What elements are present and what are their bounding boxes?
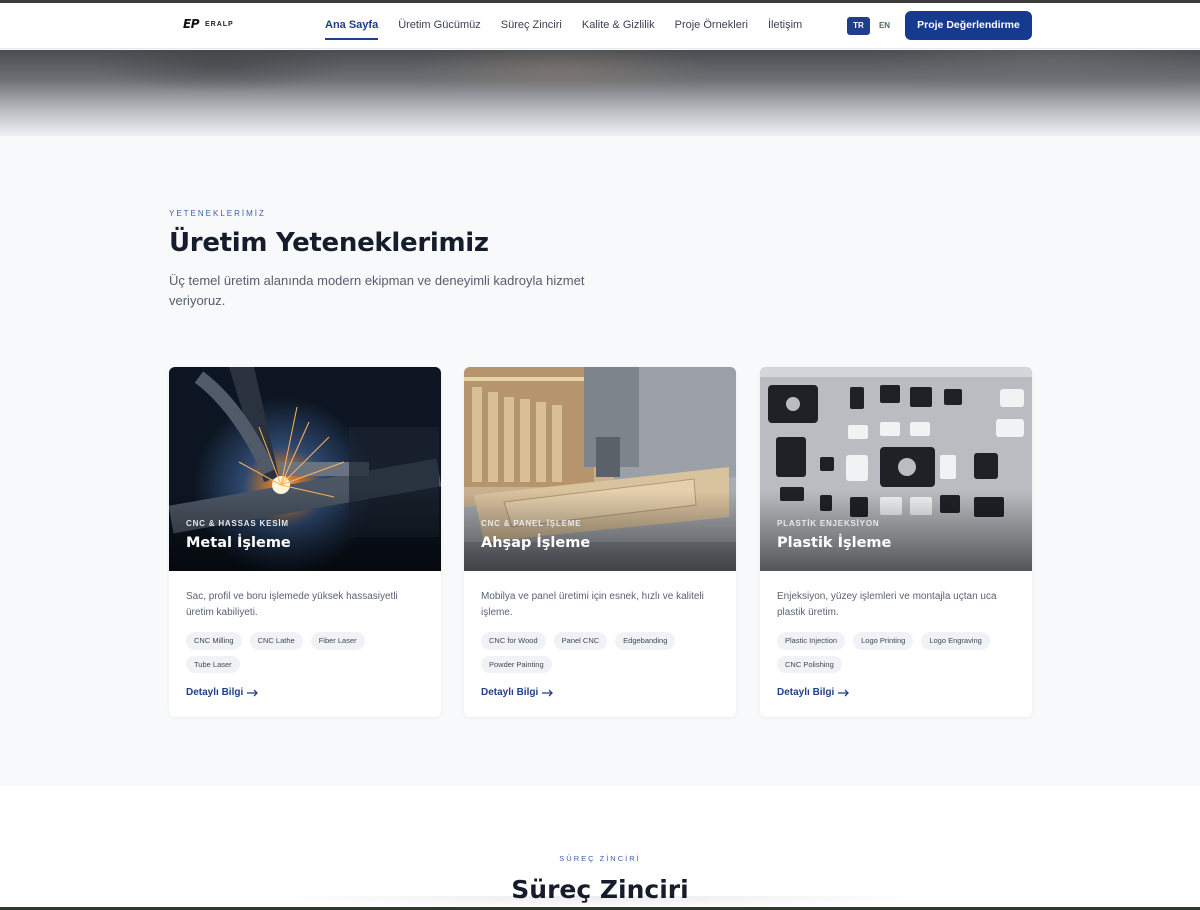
lang-en-button[interactable]: EN bbox=[873, 17, 896, 35]
brand-mark: EP bbox=[183, 17, 200, 31]
details-link[interactable]: Detaylı Bilgi bbox=[186, 687, 424, 698]
card-image-metal: CNC & HASSAS KESİM Metal İşleme bbox=[169, 367, 441, 571]
capability-card-wood[interactable]: CNC & PANEL İŞLEME Ahşap İşleme Mobilya … bbox=[464, 367, 736, 717]
card-body: Enjeksiyon, yüzey işlemleri ve montajla … bbox=[760, 571, 1032, 698]
card-title: Plastik İşleme bbox=[777, 535, 892, 551]
capability-card-metal[interactable]: CNC & HASSAS KESİM Metal İşleme Sac, pro… bbox=[169, 367, 441, 717]
nav-item-production[interactable]: Üretim Gücümüz bbox=[398, 3, 481, 49]
tag: Powder Painting bbox=[481, 655, 552, 673]
process-eyebrow: SÜREÇ ZİNCİRİ bbox=[559, 854, 641, 863]
card-image-shade bbox=[464, 491, 736, 571]
lang-tr-button[interactable]: TR bbox=[847, 17, 870, 35]
section-title: Üretim Yeteneklerimiz bbox=[169, 228, 489, 258]
arrow-right-icon bbox=[838, 689, 850, 696]
arrow-right-icon bbox=[542, 689, 554, 696]
card-image-plastic: PLASTİK ENJEKSİYON Plastik İşleme bbox=[760, 367, 1032, 571]
arrow-right-icon bbox=[247, 689, 259, 696]
section-lead: Üç temel üretim alanında modern ekipman … bbox=[169, 273, 585, 308]
card-tags: CNC for Wood Panel CNC Edgebanding Powde… bbox=[481, 632, 719, 673]
card-category: PLASTİK ENJEKSİYON bbox=[777, 519, 880, 528]
card-description: Sac, profil ve boru işlemede yüksek hass… bbox=[186, 591, 398, 618]
card-category: CNC & HASSAS KESİM bbox=[186, 519, 289, 528]
tag: CNC for Wood bbox=[481, 632, 546, 650]
tag: Edgebanding bbox=[615, 632, 676, 650]
details-link[interactable]: Detaylı Bilgi bbox=[481, 687, 719, 698]
capability-card-plastic[interactable]: PLASTİK ENJEKSİYON Plastik İşleme Enjeks… bbox=[760, 367, 1032, 717]
card-title: Metal İşleme bbox=[186, 535, 291, 551]
card-tags: Plastic Injection Logo Printing Logo Eng… bbox=[777, 632, 1015, 673]
tag: CNC Lathe bbox=[249, 632, 303, 650]
card-description: Mobilya ve panel üretimi için esnek, hız… bbox=[481, 591, 704, 618]
tag: Logo Engraving bbox=[921, 632, 990, 650]
details-link-label: Detaylı Bilgi bbox=[777, 687, 835, 698]
brand-name: ERALP bbox=[205, 20, 234, 28]
card-category: CNC & PANEL İŞLEME bbox=[481, 519, 582, 528]
nav-item-process[interactable]: Süreç Zinciri bbox=[501, 3, 562, 49]
nav-item-home[interactable]: Ana Sayfa bbox=[325, 3, 379, 49]
main-nav: Ana Sayfa Üretim Gücümüz Süreç Zinciri K… bbox=[325, 3, 802, 49]
card-body: Sac, profil ve boru işlemede yüksek hass… bbox=[169, 571, 441, 698]
tag: Panel CNC bbox=[553, 632, 608, 650]
tag: CNC Milling bbox=[186, 632, 242, 650]
section-eyebrow: YETENEKLERİMİZ bbox=[169, 209, 266, 218]
card-tags: CNC Milling CNC Lathe Fiber Laser Tube L… bbox=[186, 632, 424, 673]
language-switcher: TR EN bbox=[847, 17, 896, 35]
card-body: Mobilya ve panel üretimi için esnek, hız… bbox=[464, 571, 736, 698]
nav-item-quality[interactable]: Kalite & Gizlilik bbox=[582, 3, 655, 49]
details-link-label: Detaylı Bilgi bbox=[481, 687, 539, 698]
tag: Fiber Laser bbox=[310, 632, 365, 650]
card-title: Ahşap İşleme bbox=[481, 535, 591, 551]
tag: Logo Printing bbox=[853, 632, 914, 650]
nav-item-contact[interactable]: İletişim bbox=[768, 3, 802, 49]
details-link-label: Detaylı Bilgi bbox=[186, 687, 244, 698]
tag: CNC Polishing bbox=[777, 655, 842, 673]
project-evaluation-button[interactable]: Proje Değerlendirme bbox=[905, 11, 1032, 40]
hero-image-texture bbox=[0, 50, 1200, 136]
tag: Plastic Injection bbox=[777, 632, 846, 650]
details-link[interactable]: Detaylı Bilgi bbox=[777, 687, 1015, 698]
card-image-shade bbox=[760, 491, 1032, 571]
brand-logo[interactable]: EP ERALP bbox=[183, 17, 234, 31]
tag: Tube Laser bbox=[186, 655, 240, 673]
site-header: EP ERALP Ana Sayfa Üretim Gücümüz Süreç … bbox=[0, 3, 1200, 49]
card-description: Enjeksiyon, yüzey işlemleri ve montajla … bbox=[777, 591, 997, 618]
card-image-wood: CNC & PANEL İŞLEME Ahşap İşleme bbox=[464, 367, 736, 571]
nav-item-projects[interactable]: Proje Örnekleri bbox=[675, 3, 748, 49]
card-image-shade bbox=[169, 491, 441, 571]
